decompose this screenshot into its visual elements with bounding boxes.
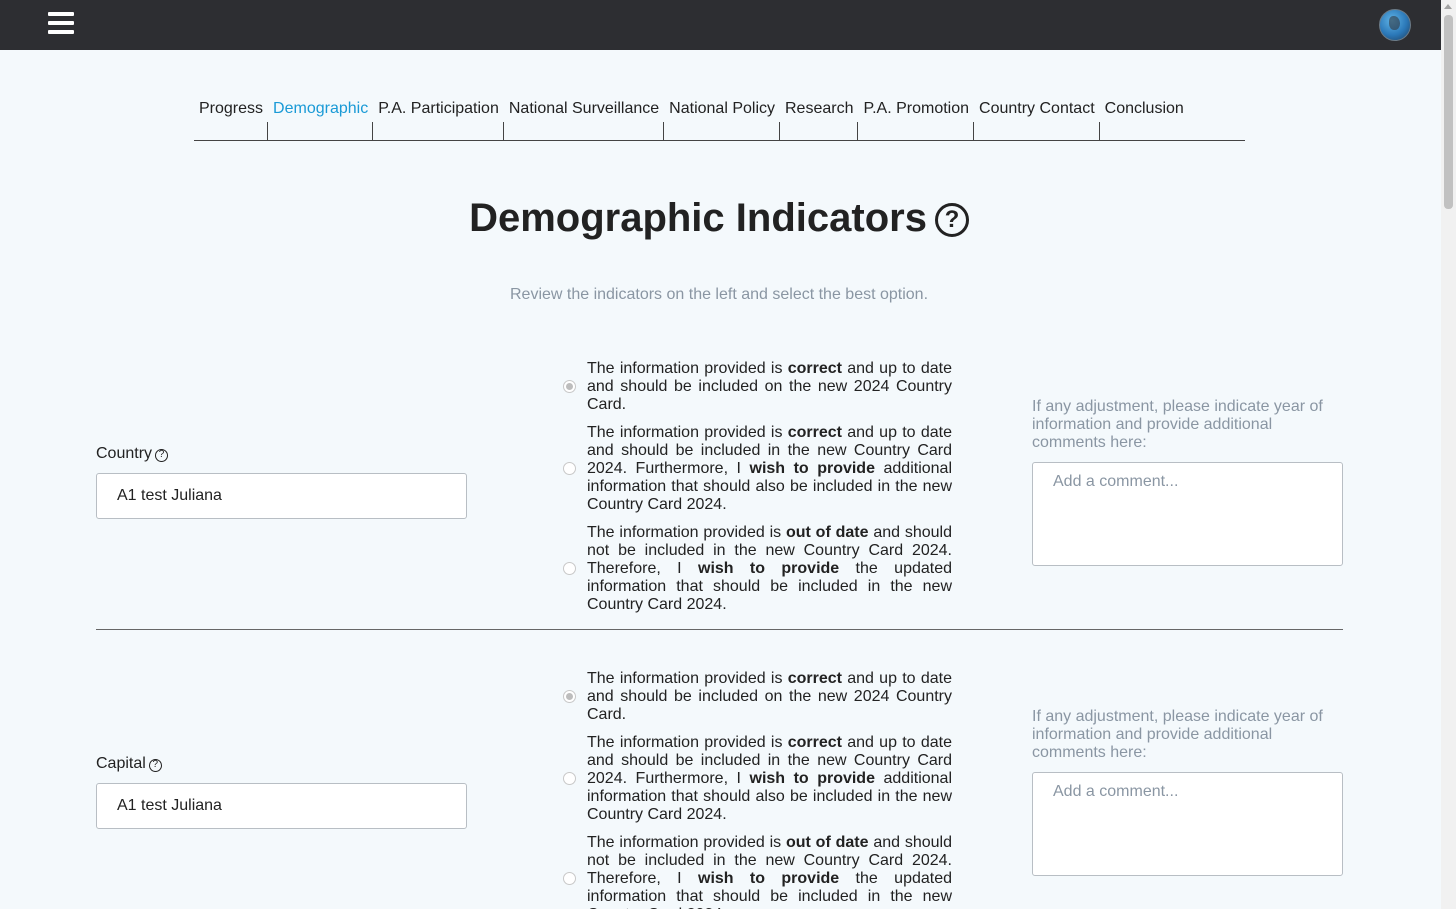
top-bar xyxy=(0,0,1441,50)
option-text: The information provided is out of date … xyxy=(587,834,952,909)
option-text: The information provided is correct and … xyxy=(587,670,952,723)
page-subtitle: Review the indicators on the left and se… xyxy=(509,286,929,303)
tab-demographic[interactable]: Demographic xyxy=(268,92,374,140)
option-text: The information provided is correct and … xyxy=(587,424,952,513)
tab-pa-promotion[interactable]: P.A. Promotion xyxy=(858,92,974,140)
tab-progress[interactable]: Progress xyxy=(194,92,269,140)
tab-pa-participation[interactable]: P.A. Participation xyxy=(373,92,504,140)
indicator-country: Country? The information provided is cor… xyxy=(96,360,1343,620)
globe-icon[interactable] xyxy=(1379,9,1411,41)
indicator-capital: Capital? The information provided is cor… xyxy=(96,670,1343,909)
help-icon[interactable]: ? xyxy=(155,449,169,462)
scroll-up-arrow-icon[interactable] xyxy=(1444,4,1452,9)
country-input[interactable] xyxy=(96,473,467,519)
scrollbar[interactable] xyxy=(1441,0,1456,909)
comment-textarea[interactable] xyxy=(1032,772,1343,876)
help-icon[interactable]: ? xyxy=(934,203,969,237)
option-out-of-date-radio[interactable] xyxy=(563,872,576,885)
hamburger-menu-icon[interactable] xyxy=(46,11,76,37)
indicator-label-text: Country xyxy=(96,445,153,462)
tab-national-surveillance[interactable]: National Surveillance xyxy=(504,92,665,140)
option-correct-radio[interactable] xyxy=(563,690,576,703)
option-text: The information provided is correct and … xyxy=(587,734,952,823)
tab-country-contact[interactable]: Country Contact xyxy=(974,92,1100,140)
page-title: Demographic Indicators? xyxy=(0,196,1438,241)
option-text: The information provided is correct and … xyxy=(587,360,952,413)
indicator-label-text: Capital xyxy=(96,755,146,772)
option-text: The information provided is out of date … xyxy=(587,524,952,613)
scrollbar-thumb[interactable] xyxy=(1444,15,1453,209)
tab-conclusion[interactable]: Conclusion xyxy=(1100,92,1189,140)
tab-research[interactable]: Research xyxy=(780,92,859,140)
option-correct-with-additions-radio[interactable] xyxy=(563,772,576,785)
option-correct-radio[interactable] xyxy=(563,380,576,393)
section-tabs: Progress Demographic P.A. Participation … xyxy=(194,92,1245,141)
option-out-of-date-radio[interactable] xyxy=(563,562,576,575)
indicator-label: Capital? xyxy=(96,755,162,773)
comment-textarea[interactable] xyxy=(1032,462,1343,566)
help-icon[interactable]: ? xyxy=(148,759,162,772)
page-title-text: Demographic Indicators xyxy=(469,196,927,240)
comment-hint: If any adjustment, please indicate year … xyxy=(1032,708,1323,761)
tab-national-policy[interactable]: National Policy xyxy=(664,92,780,140)
option-correct-with-additions-radio[interactable] xyxy=(563,462,576,475)
capital-input[interactable] xyxy=(96,783,467,829)
comment-hint: If any adjustment, please indicate year … xyxy=(1032,398,1323,451)
section-divider xyxy=(96,629,1343,630)
indicator-label: Country? xyxy=(96,445,169,463)
